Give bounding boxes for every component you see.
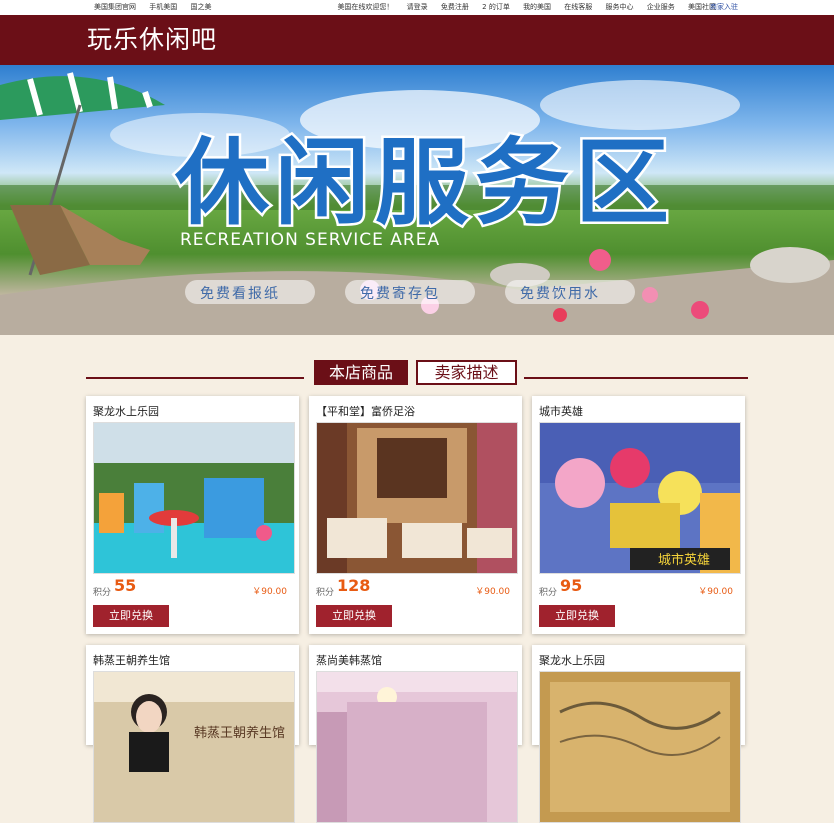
banner-perk-newspaper: 免费看报纸 <box>200 286 280 302</box>
hero-sign-text: 城市英雄 <box>658 552 710 568</box>
product-image[interactable] <box>539 671 741 823</box>
register-link[interactable]: 免费注册 <box>441 3 469 11</box>
top-right-links: 美国在线欢迎您！ 请登录 免费注册 2 的订单 我的美国 在线客服 服务中心 企… <box>337 0 727 15</box>
my-account-link[interactable]: 我的美国 <box>523 3 551 11</box>
login-link[interactable]: 请登录 <box>407 3 428 11</box>
banner-perk-locker: 免费寄存包 <box>360 285 440 302</box>
product-name[interactable]: 聚龙水上乐园 <box>93 403 159 419</box>
merchant-join-link[interactable]: 商家入驻 <box>710 0 738 15</box>
product-card[interactable]: 城市英雄 城市英雄 积分 95 ￥90.00 立即兑换 <box>532 396 745 634</box>
group-site-link[interactable]: 美国集团官网 <box>94 3 136 11</box>
online-service-link[interactable]: 在线客服 <box>564 3 592 11</box>
banner-title-en: RECREATION SERVICE AREA <box>180 230 440 250</box>
banner-artwork: 休闲服务区 RECREATION SERVICE AREA 免费看报纸 免费寄存… <box>0 72 834 335</box>
product-name[interactable]: 城市英雄 <box>539 403 583 419</box>
product-image[interactable] <box>316 671 518 823</box>
product-name[interactable]: 蒸尚美韩蒸馆 <box>316 652 382 668</box>
product-card[interactable]: 韩蒸王朝养生馆 韩蒸王朝养生馆 <box>86 645 299 823</box>
product-card[interactable]: 蒸尚美韩蒸馆 <box>309 645 522 823</box>
product-card[interactable]: 【平和堂】富侨足浴 积分 128 ￥90.00 立即兑换 <box>309 396 522 634</box>
product-price: ￥90.00 <box>475 587 510 597</box>
product-price: ￥90.00 <box>698 587 733 597</box>
welcome-text: 美国在线欢迎您！ <box>337 3 394 11</box>
product-card[interactable]: 聚龙水上乐园 <box>532 645 745 823</box>
redeem-button[interactable]: 立即兑换 <box>93 605 169 627</box>
banner-perk-water: 免费饮用水 <box>520 286 600 302</box>
product-image[interactable] <box>316 422 518 574</box>
tab-seller-description[interactable]: 卖家描述 <box>416 360 517 385</box>
product-card[interactable]: 聚龙水上乐园 积分 55 ￥90.00 立即兑换 <box>86 396 299 634</box>
orders-link[interactable]: 2 的订单 <box>482 3 510 11</box>
product-image[interactable]: 城市英雄 <box>539 422 741 574</box>
redeem-button[interactable]: 立即兑换 <box>316 605 392 627</box>
product-name[interactable]: 韩蒸王朝养生馆 <box>93 652 170 668</box>
top-left-links: 美国集团官网 手机美国 国之美 <box>94 0 222 15</box>
banner-title-cn: 休闲服务区 <box>174 129 675 238</box>
redeem-button[interactable]: 立即兑换 <box>539 605 615 627</box>
product-name[interactable]: 聚龙水上乐园 <box>539 652 605 668</box>
shop-header: 玩乐休闲吧 <box>0 15 834 65</box>
guozhimei-link[interactable]: 国之美 <box>190 3 211 11</box>
points-value: 55 <box>114 576 137 595</box>
tab-store-products[interactable]: 本店商品 <box>314 360 408 385</box>
points-label: 积分 <box>93 588 112 598</box>
product-image[interactable] <box>93 422 295 574</box>
mobile-link[interactable]: 手机美国 <box>149 3 177 11</box>
points-value: 128 <box>337 576 371 595</box>
service-center-link[interactable]: 服务中心 <box>606 3 634 11</box>
product-image[interactable]: 韩蒸王朝养生馆 <box>93 671 295 823</box>
recreation-banner: 休闲服务区 RECREATION SERVICE AREA 免费看报纸 免费寄存… <box>0 65 834 335</box>
points-label: 积分 <box>316 588 335 598</box>
product-name[interactable]: 【平和堂】富侨足浴 <box>316 403 415 419</box>
points-value: 95 <box>560 576 583 595</box>
product-price: ￥90.00 <box>252 587 287 597</box>
enterprise-link[interactable]: 企业服务 <box>647 3 675 11</box>
points-label: 积分 <box>539 588 558 598</box>
top-utility-bar: 美国集团官网 手机美国 国之美 美国在线欢迎您！ 请登录 免费注册 2 的订单 … <box>0 0 834 15</box>
spa-sign-text: 韩蒸王朝养生馆 <box>194 725 285 741</box>
shop-name: 玩乐休闲吧 <box>87 25 218 54</box>
